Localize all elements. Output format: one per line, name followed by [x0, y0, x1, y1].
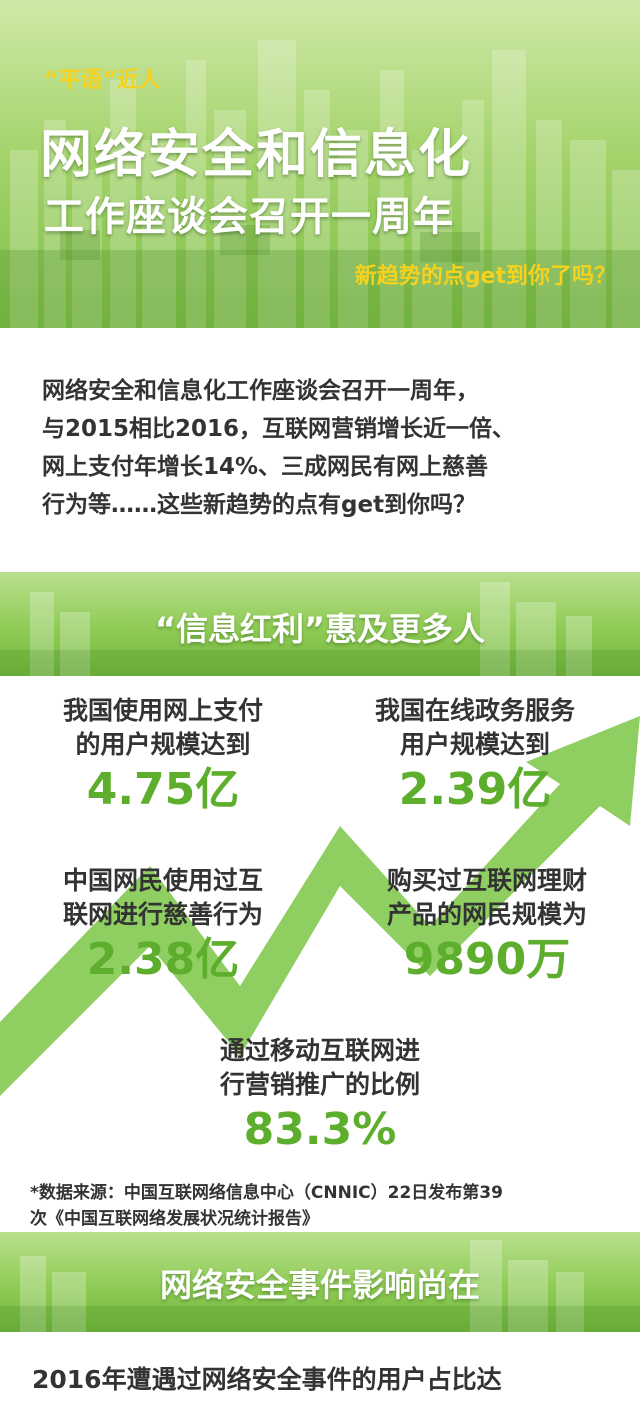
intro-paragraph: 网络安全和信息化工作座谈会召开一周年， 与2015相比2016，互联网营销增长近… — [42, 372, 612, 524]
header-subtitle: 新趋势的点get到你了吗？ — [354, 264, 616, 289]
stat-label: 我国使用网上支付 — [62, 696, 263, 725]
stat-mobile-marketing-ratio: 通过移动互联网进 行营销推广的比例 83.3% — [185, 1034, 455, 1158]
stat-egov-users: 我国在线政务服务 用户规模达到 2.39亿 — [340, 694, 610, 818]
stat-label: 我国在线政务服务 — [374, 696, 575, 725]
source-line: *数据来源：中国互联网络信息中心（CNNIC）22日发布第39 — [30, 1183, 503, 1203]
intro-line: 网上支付年增长14%、三成网民有网上慈善 — [42, 454, 489, 480]
section-title: 网络安全事件影响尚在 — [159, 1266, 480, 1304]
stat-value: 2.38亿 — [86, 934, 240, 985]
stat-label: 行营销推广的比例 — [219, 1070, 420, 1099]
stat-label: 产品的网民规模为 — [386, 900, 587, 929]
header-tag: “平语”近人 — [44, 68, 161, 93]
stat-online-payment-users: 我国使用网上支付 的用户规模达到 4.75亿 — [28, 694, 298, 818]
intro-line: 行为等……这些新趋势的点有get到你吗？ — [42, 492, 477, 518]
source-line: 次《中国互联网络发展状况统计报告》 — [30, 1209, 319, 1229]
stats-panel: 我国使用网上支付 的用户规模达到 4.75亿 我国在线政务服务 用户规模达到 2… — [0, 676, 640, 1232]
security-stat-heading: 2016年遭遇过网络安全事件的用户占比达 — [32, 1365, 502, 1394]
stat-value: 83.3% — [243, 1104, 397, 1155]
stat-value: 2.39亿 — [398, 764, 552, 815]
stat-charity-users: 中国网民使用过互 联网进行慈善行为 2.38亿 — [28, 864, 298, 988]
hero-banner: “平语”近人 网络安全和信息化 工作座谈会召开一周年 新趋势的点get到你了吗？ — [0, 0, 640, 328]
section-title: “信息红利”惠及更多人 — [154, 610, 486, 648]
stat-label: 联网进行慈善行为 — [62, 900, 263, 929]
page-title-line1: 网络安全和信息化 — [40, 125, 473, 185]
data-source-note: *数据来源：中国互联网络信息中心（CNNIC）22日发布第39 次《中国互联网络… — [30, 1180, 503, 1232]
stat-label: 的用户规模达到 — [75, 730, 251, 759]
stat-value: 9890万 — [403, 934, 571, 985]
section-banner-info-dividend: “信息红利”惠及更多人 — [0, 572, 640, 676]
stat-wealth-product-users: 购买过互联网理财 产品的网民规模为 9890万 — [352, 864, 622, 988]
stat-value: 4.75亿 — [86, 764, 240, 815]
intro-line: 与2015相比2016，互联网营销增长近一倍、 — [42, 416, 516, 442]
stat-label: 购买过互联网理财 — [386, 866, 587, 895]
section-banner-security-events: 网络安全事件影响尚在 — [0, 1232, 640, 1332]
stat-label: 中国网民使用过互 — [62, 866, 263, 895]
page-title-line2: 工作座谈会召开一周年 — [44, 194, 454, 240]
stat-label: 通过移动互联网进 — [219, 1036, 420, 1065]
stat-label: 用户规模达到 — [399, 730, 550, 759]
intro-line: 网络安全和信息化工作座谈会召开一周年， — [42, 378, 479, 404]
